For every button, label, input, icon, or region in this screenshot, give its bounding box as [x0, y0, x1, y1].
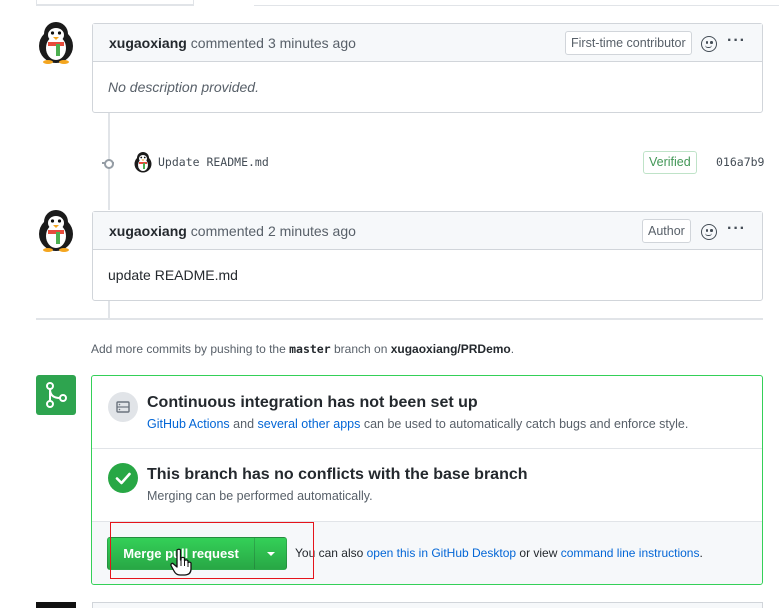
check-icon [108, 463, 138, 493]
comment-author[interactable]: xugaoxiang [109, 35, 187, 51]
first-time-contributor-badge: First-time contributor [565, 31, 692, 55]
push-hint: Add more commits by pushing to the maste… [91, 342, 514, 356]
commit-message-link[interactable]: Update README.md [158, 155, 269, 169]
footer-suffix: . [699, 546, 703, 560]
ci-and: and [233, 417, 255, 431]
timeline-line [108, 300, 110, 318]
comment-body: update README.md [93, 250, 762, 300]
hint-branch: master [289, 342, 331, 356]
comment-timestamp[interactable]: 2 minutes ago [268, 223, 356, 239]
hand-pointer-icon [170, 548, 192, 576]
ci-rest: can be used to automatically catch bugs … [363, 417, 689, 431]
hint-prefix: Add more commits by pushing to the [91, 342, 286, 356]
smiley-icon[interactable] [701, 36, 717, 52]
tab-rule [254, 5, 779, 6]
comment-text: No description provided. [108, 79, 259, 95]
comment-header: xugaoxiang commented 2 minutes ago Autho… [93, 212, 762, 250]
smiley-icon[interactable] [701, 224, 717, 240]
hint-middle: branch on [334, 342, 388, 356]
comment-action: commented [190, 34, 264, 51]
conflicts-section: This branch has no conflicts with the ba… [92, 448, 762, 521]
comment-action: commented [190, 222, 264, 239]
hint-suffix: . [510, 342, 515, 356]
ci-subtitle: GitHub Actions and several other apps ca… [147, 417, 688, 431]
penguin-avatar-icon[interactable] [133, 151, 153, 173]
tab-edge [36, 0, 194, 6]
commit-sha-link[interactable]: 016a7b9 [716, 155, 764, 169]
highlight-box [110, 522, 314, 579]
avatar[interactable] [36, 602, 76, 608]
comment-text: update README.md [108, 267, 238, 283]
other-apps-link[interactable]: several other apps [258, 417, 361, 431]
author-badge: Author [642, 219, 691, 243]
comment-timestamp[interactable]: 3 minutes ago [268, 35, 356, 51]
timeline-divider [36, 318, 763, 320]
merge-footer-text: You can also open this in GitHub Desktop… [295, 546, 703, 560]
command-line-instructions-link[interactable]: command line instructions [561, 546, 700, 560]
comment-author[interactable]: xugaoxiang [109, 223, 187, 239]
tab-bar-edge [0, 0, 779, 6]
footer-middle: or view [519, 546, 558, 560]
hint-repo: xugaoxiang/PRDemo [390, 342, 511, 356]
commit-row: Update README.md Verified 016a7b9 [100, 150, 765, 174]
comment-box-partial [92, 602, 763, 608]
git-merge-icon [36, 375, 76, 415]
conflicts-subtitle: Merging can be performed automatically. [147, 489, 373, 503]
git-commit-icon [102, 157, 114, 169]
comment-box: xugaoxiang commented 2 minutes ago Autho… [92, 211, 763, 301]
ci-title: Continuous integration has not been set … [147, 394, 478, 411]
comment-body: No description provided. [93, 62, 762, 112]
open-in-desktop-link[interactable]: open this in GitHub Desktop [367, 546, 516, 560]
ci-section: Continuous integration has not been set … [92, 376, 762, 448]
kebab-icon[interactable]: ··· [727, 220, 746, 238]
comment-header: xugaoxiang commented 3 minutes ago First… [93, 24, 762, 62]
comment-box: xugaoxiang commented 3 minutes ago First… [92, 23, 763, 113]
github-actions-link[interactable]: GitHub Actions [147, 417, 230, 431]
penguin-avatar-icon[interactable] [36, 208, 76, 252]
verified-badge[interactable]: Verified [643, 151, 697, 174]
penguin-avatar-icon[interactable] [36, 20, 76, 64]
server-icon [108, 392, 138, 422]
kebab-icon[interactable]: ··· [727, 32, 746, 50]
conflicts-title: This branch has no conflicts with the ba… [147, 466, 528, 483]
